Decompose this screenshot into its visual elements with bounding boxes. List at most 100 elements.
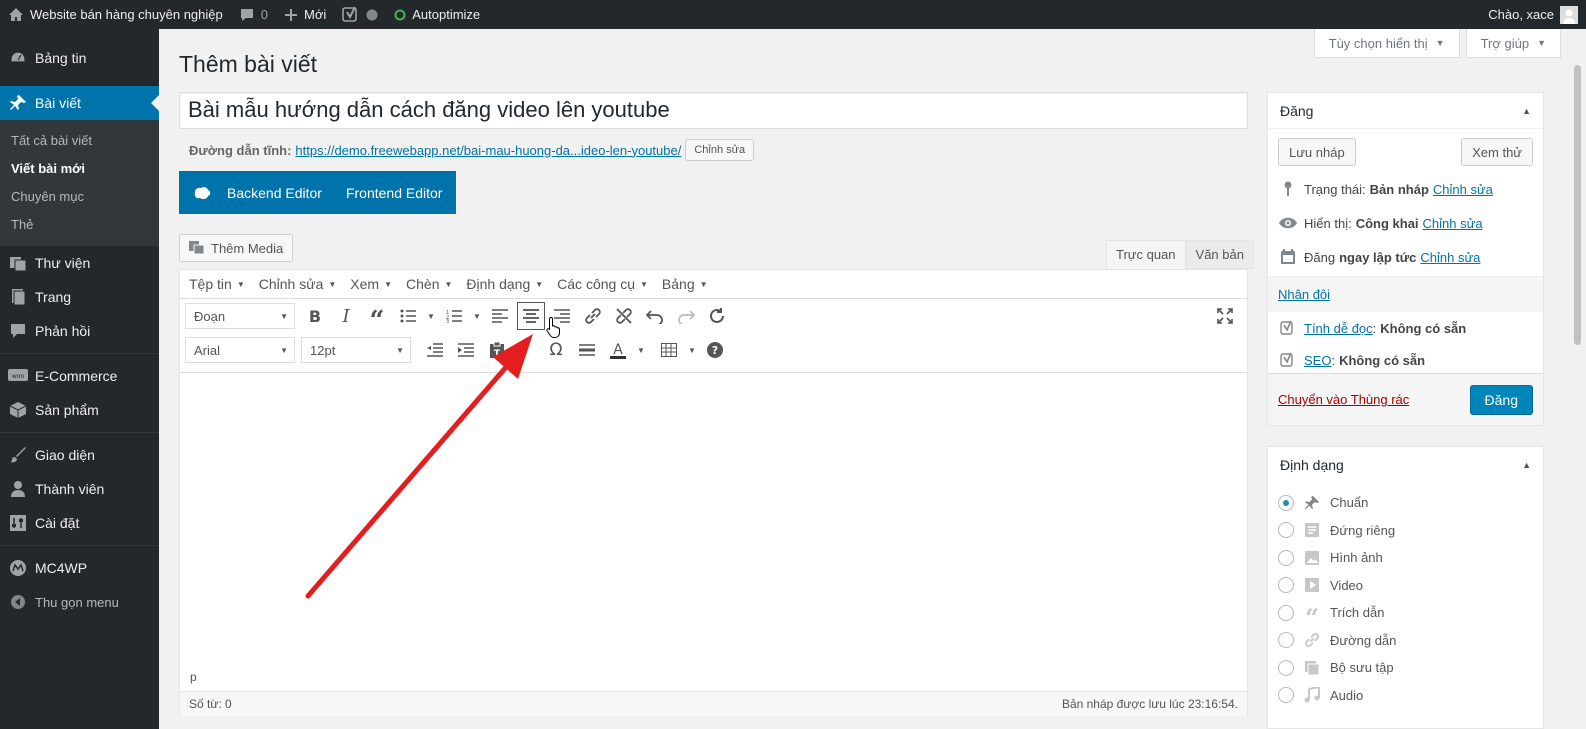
align-right-icon[interactable] [548, 302, 576, 330]
submenu-tags[interactable]: Thẻ [0, 210, 159, 238]
tab-text[interactable]: Văn bản [1185, 240, 1254, 269]
submenu-all-posts[interactable]: Tất cả bài viết [0, 126, 159, 154]
pin-icon [1302, 495, 1322, 511]
refresh-icon[interactable] [703, 302, 731, 330]
blockquote-icon[interactable]: “ [363, 302, 391, 336]
backend-editor-button[interactable]: Backend Editor [215, 185, 334, 201]
radio-button[interactable] [1278, 604, 1294, 621]
preview-button[interactable]: Xem thử [1461, 138, 1533, 166]
format-option-standard[interactable]: Chuẩn [1268, 489, 1543, 517]
format-option-image[interactable]: Hình ảnh [1268, 544, 1543, 572]
redo-icon[interactable] [672, 302, 700, 330]
align-center-icon[interactable] [517, 302, 545, 330]
permalink-url[interactable]: https://demo.freewebapp.net/bai-mau-huon… [295, 143, 681, 158]
bold-icon[interactable]: B [301, 302, 329, 330]
radio-button[interactable] [1278, 687, 1294, 704]
link-icon[interactable] [579, 302, 607, 330]
help-button[interactable]: Trợ giúp ▼ [1465, 29, 1561, 58]
editor-content-area[interactable] [180, 372, 1247, 668]
menu-appearance[interactable]: Giao diện [0, 438, 159, 472]
frontend-editor-button[interactable]: Frontend Editor [334, 185, 455, 201]
radio-button[interactable] [1278, 632, 1294, 649]
outdent-icon[interactable] [421, 336, 449, 364]
radio-button[interactable] [1278, 522, 1294, 539]
table-icon[interactable] [655, 336, 683, 364]
submenu-categories[interactable]: Chuyên mục [0, 182, 159, 210]
fullscreen-icon[interactable] [1211, 302, 1239, 330]
edit-visibility-link[interactable]: Chỉnh sửa [1423, 216, 1483, 231]
horizontal-line-icon[interactable] [573, 336, 601, 364]
save-draft-button[interactable]: Lưu nháp [1278, 138, 1356, 166]
duplicate-link[interactable]: Nhân đôi [1278, 287, 1330, 302]
edit-permalink-button[interactable]: Chỉnh sửa [685, 139, 755, 161]
site-link[interactable]: Website bán hàng chuyên nghiệp [0, 0, 231, 29]
numbered-list-icon[interactable]: 123 [440, 302, 468, 330]
readability-link[interactable]: Tính dễ đọc [1304, 321, 1373, 336]
format-option-gallery[interactable]: Bộ sưu tập [1268, 654, 1543, 682]
menu-dashboard[interactable]: Bảng tin [0, 41, 159, 75]
menu-ecommerce[interactable]: woo E-Commerce [0, 359, 159, 393]
undo-icon[interactable] [641, 302, 669, 330]
edit-status-link[interactable]: Chỉnh sửa [1433, 182, 1493, 197]
format-option-quote[interactable]: “ Trích dẫn [1268, 599, 1543, 632]
format-box-header[interactable]: Định dạng ▲ [1268, 447, 1543, 483]
radio-button[interactable] [1278, 577, 1294, 594]
menu-comments[interactable]: Phản hồi [0, 314, 159, 348]
add-media-button[interactable]: Thêm Media [179, 234, 294, 262]
post-title-input[interactable]: Bài mẫu hướng dẫn cách đăng video lên yo… [179, 92, 1248, 129]
menu-settings[interactable]: Cài đặt [0, 506, 159, 540]
menu-media[interactable]: Thư viện [0, 246, 159, 280]
autoptimize-link[interactable]: Autoptimize [386, 0, 488, 29]
menu-posts[interactable]: Bài viết [0, 86, 159, 120]
move-to-trash-link[interactable]: Chuyển vào Thùng rác [1278, 392, 1409, 407]
scrollbar-thumb[interactable] [1574, 65, 1581, 345]
radio-button[interactable] [1278, 494, 1294, 511]
text-color-icon[interactable]: A [604, 336, 632, 364]
paste-text-icon[interactable]: T [483, 336, 511, 364]
menu-products[interactable]: Sản phẩm [0, 393, 159, 427]
caret-down-icon[interactable]: ▼ [425, 302, 437, 330]
font-family-select[interactable]: Arial ▼ [185, 337, 295, 363]
caret-down-icon[interactable]: ▼ [471, 302, 483, 330]
edit-schedule-link[interactable]: Chỉnh sửa [1420, 250, 1480, 265]
radio-button[interactable] [1278, 659, 1294, 676]
account-link[interactable]: Chào, xace [1480, 0, 1586, 29]
radio-button[interactable] [1278, 549, 1294, 566]
help-circle-icon[interactable]: ? [701, 336, 729, 364]
menu-mc4wp[interactable]: MC4WP [0, 551, 159, 585]
indent-icon[interactable] [452, 336, 480, 364]
comments-link[interactable]: 0 [231, 0, 276, 29]
publish-box-header[interactable]: Đăng ▲ [1268, 93, 1543, 129]
submenu-new-post[interactable]: Viết bài mới [0, 154, 159, 182]
collapse-arrow-icon[interactable]: ▲ [1522, 460, 1531, 470]
menu-table[interactable]: Bảng ▼ [662, 276, 708, 292]
page-scrollbar[interactable] [1569, 29, 1586, 729]
italic-icon[interactable]: I [332, 302, 360, 330]
format-option-aside[interactable]: Đứng riêng [1268, 517, 1543, 545]
collapse-menu[interactable]: Thu gọn menu [0, 585, 159, 619]
omega-icon[interactable]: Ω [542, 336, 570, 364]
menu-tools[interactable]: Các công cụ ▼ [557, 276, 648, 292]
bullet-list-icon[interactable] [394, 302, 422, 330]
format-select[interactable]: Đoạn ▼ [185, 303, 295, 329]
unlink-icon[interactable] [610, 302, 638, 330]
menu-edit[interactable]: Chỉnh sửa ▼ [259, 276, 337, 292]
publish-button[interactable]: Đăng [1469, 384, 1533, 415]
seo-link[interactable]: SEO [1304, 353, 1331, 368]
menu-insert[interactable]: Chèn ▼ [406, 276, 452, 292]
tab-visual[interactable]: Trực quan [1106, 240, 1186, 269]
format-option-audio[interactable]: Audio [1268, 682, 1543, 710]
caret-down-icon[interactable]: ▼ [635, 336, 647, 364]
screen-options-button[interactable]: Tùy chọn hiển thị ▼ [1313, 29, 1460, 58]
caret-down-icon[interactable]: ▼ [686, 336, 698, 364]
menu-pages[interactable]: Trang [0, 280, 159, 314]
menu-view[interactable]: Xem ▼ [350, 276, 392, 292]
menu-users[interactable]: Thành viên [0, 472, 159, 506]
yoast-link[interactable] [334, 0, 386, 29]
new-content-link[interactable]: Mới [276, 0, 334, 29]
menu-format[interactable]: Định dạng ▼ [466, 276, 543, 292]
font-size-select[interactable]: 12pt ▼ [301, 337, 411, 363]
align-left-icon[interactable] [486, 302, 514, 330]
collapse-arrow-icon[interactable]: ▲ [1522, 106, 1531, 116]
menu-file[interactable]: Tệp tin ▼ [189, 276, 245, 292]
